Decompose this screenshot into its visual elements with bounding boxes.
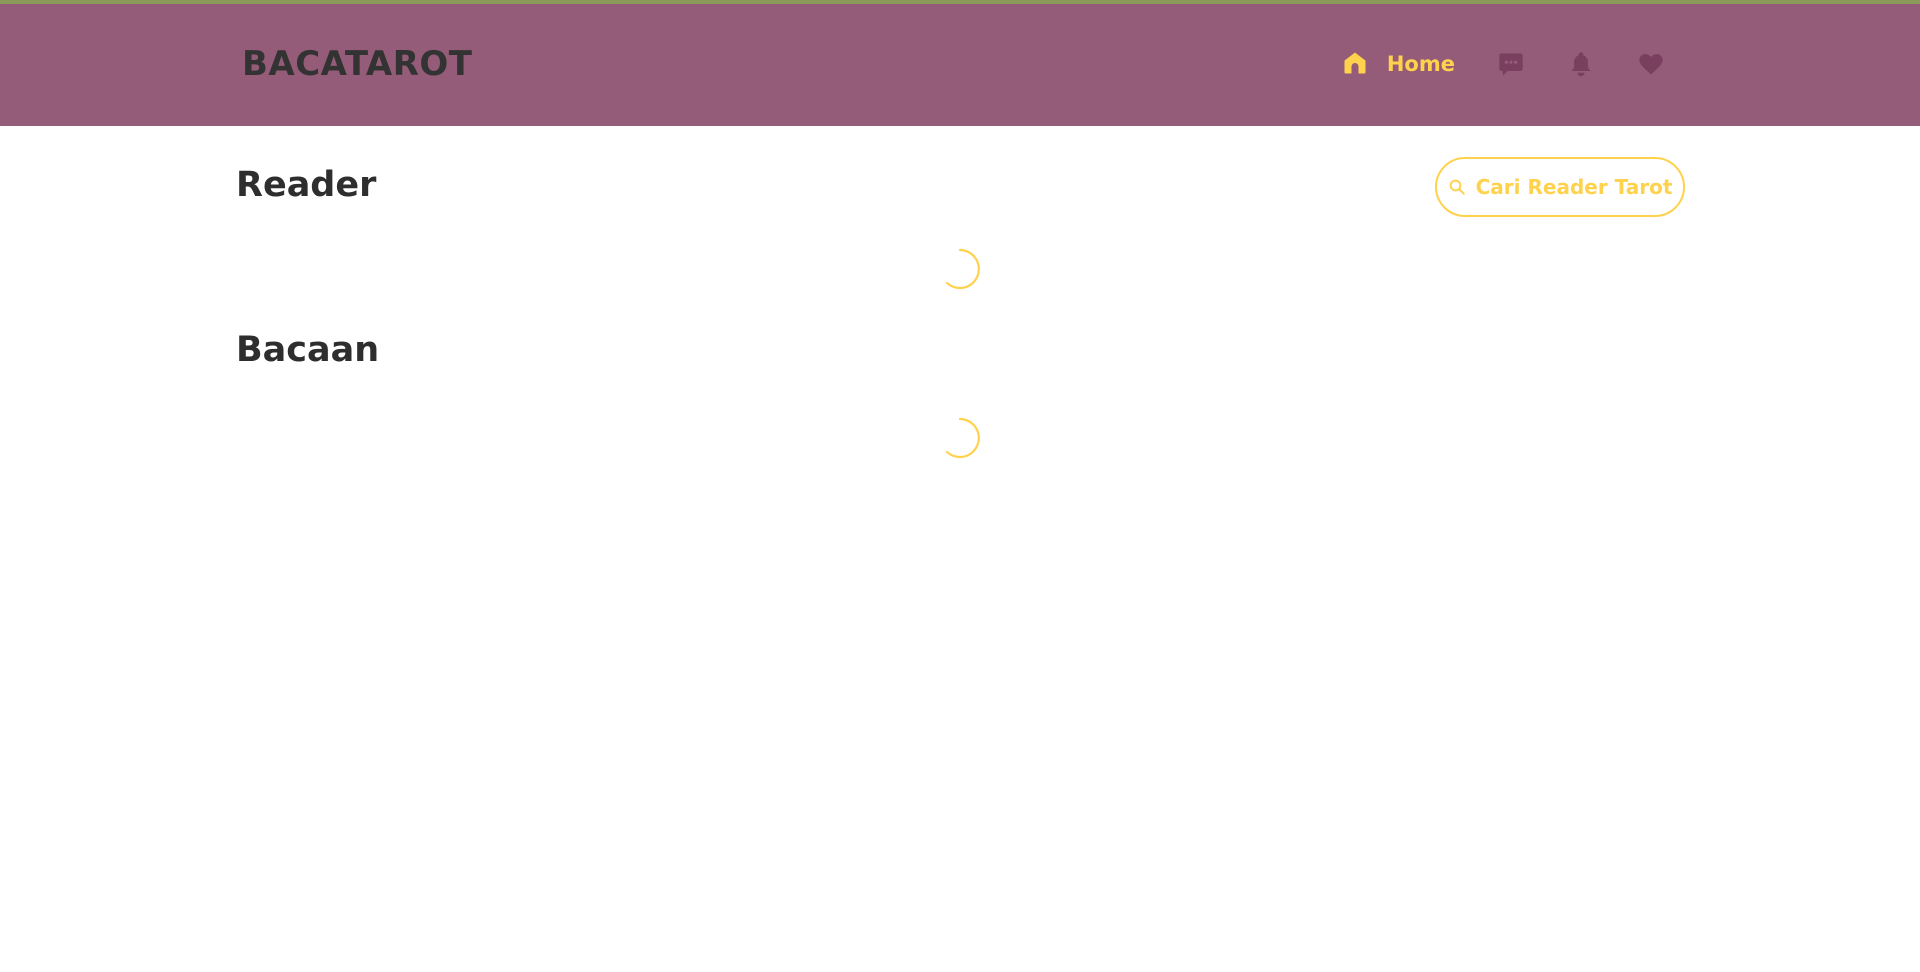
reader-loading-spinner-icon bbox=[945, 248, 980, 290]
reading-loading-spinner-icon bbox=[945, 417, 980, 459]
search-reader-button[interactable]: Cari Reader Tarot bbox=[1435, 157, 1685, 217]
reader-section-title: Reader bbox=[236, 165, 377, 205]
search-reader-button-label: Cari Reader Tarot bbox=[1475, 175, 1673, 199]
bell-icon[interactable] bbox=[1567, 50, 1595, 78]
navbar: BACATAROT Home bbox=[0, 4, 1920, 126]
nav-home-label: Home bbox=[1386, 52, 1455, 76]
main-nav: Home bbox=[1341, 49, 1665, 79]
nav-home[interactable]: Home bbox=[1341, 49, 1455, 79]
home-icon bbox=[1341, 49, 1371, 79]
chat-icon[interactable] bbox=[1497, 50, 1525, 78]
search-icon bbox=[1449, 179, 1465, 195]
heart-icon[interactable] bbox=[1637, 50, 1665, 78]
reading-section-title: Bacaan bbox=[236, 330, 380, 370]
brand-logo[interactable]: BACATAROT bbox=[242, 44, 473, 84]
